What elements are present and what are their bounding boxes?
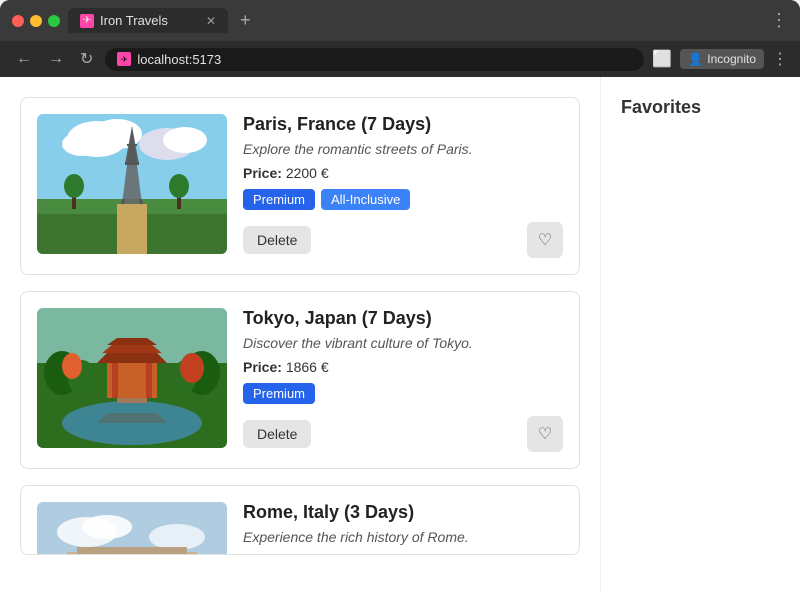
- tokyo-image: [37, 308, 227, 448]
- rome-title: Rome, Italy (3 Days): [243, 502, 563, 523]
- browser-tab[interactable]: ✈ Iron Travels ✕: [68, 8, 228, 33]
- incognito-label: Incognito: [707, 52, 756, 66]
- tab-favicon-icon: ✈: [80, 14, 94, 28]
- rome-scene-svg: [37, 502, 227, 555]
- tokyo-scene-svg: [37, 308, 227, 448]
- tokyo-badges: Premium: [243, 383, 563, 404]
- tokyo-favorite-button[interactable]: ♡: [527, 416, 563, 452]
- paris-price-value: 2200 €: [286, 165, 329, 181]
- maximize-button[interactable]: [48, 15, 60, 27]
- paris-badge-premium: Premium: [243, 189, 315, 210]
- paris-title: Paris, France (7 Days): [243, 114, 563, 135]
- paris-card-info: Paris, France (7 Days) Explore the roman…: [243, 114, 563, 258]
- close-button[interactable]: [12, 15, 24, 27]
- more-options-button[interactable]: ⋮: [770, 10, 788, 31]
- main-content-area: Paris, France (7 Days) Explore the roman…: [0, 77, 600, 591]
- incognito-icon: 👤: [688, 52, 703, 66]
- card-paris: Paris, France (7 Days) Explore the roman…: [20, 97, 580, 275]
- tokyo-title: Tokyo, Japan (7 Days): [243, 308, 563, 329]
- paris-price-label: Price:: [243, 165, 282, 181]
- paris-card-actions: Delete ♡: [243, 222, 563, 258]
- title-bar: ✈ Iron Travels ✕ + ⋮: [0, 0, 800, 41]
- nav-bar: ← → ↻ ✈ localhost:5173 ⬜ 👤 Incognito ⋮: [0, 41, 800, 77]
- traffic-lights: [12, 15, 60, 27]
- nav-right-controls: ⬜ 👤 Incognito ⋮: [652, 49, 788, 69]
- paris-delete-button[interactable]: Delete: [243, 226, 311, 254]
- paris-favorite-button[interactable]: ♡: [527, 222, 563, 258]
- tokyo-price: Price: 1866 €: [243, 359, 563, 375]
- paris-price: Price: 2200 €: [243, 165, 563, 181]
- address-bar[interactable]: ✈ localhost:5173: [105, 48, 644, 71]
- back-button[interactable]: ←: [12, 48, 36, 70]
- reload-button[interactable]: ↻: [76, 47, 97, 71]
- tokyo-price-value: 1866 €: [286, 359, 329, 375]
- page-content: Paris, France (7 Days) Explore the roman…: [0, 77, 800, 591]
- address-favicon-icon: ✈: [117, 52, 131, 66]
- paris-description: Explore the romantic streets of Paris.: [243, 141, 563, 157]
- favorites-sidebar: Favorites: [600, 77, 800, 591]
- paris-image: [37, 114, 227, 254]
- rome-description: Experience the rich history of Rome.: [243, 529, 563, 545]
- tokyo-description: Discover the vibrant culture of Tokyo.: [243, 335, 563, 351]
- rome-card-info: Rome, Italy (3 Days) Experience the rich…: [243, 502, 563, 538]
- tokyo-price-label: Price:: [243, 359, 282, 375]
- sidebar-title: Favorites: [621, 97, 780, 118]
- card-rome: Rome, Italy (3 Days) Experience the rich…: [20, 485, 580, 555]
- address-text: localhost:5173: [137, 52, 221, 67]
- card-tokyo: Tokyo, Japan (7 Days) Discover the vibra…: [20, 291, 580, 469]
- new-tab-button[interactable]: +: [240, 10, 251, 31]
- sidebar-toggle-icon[interactable]: ⬜: [652, 49, 672, 69]
- tab-label: Iron Travels: [100, 13, 168, 28]
- tokyo-card-info: Tokyo, Japan (7 Days) Discover the vibra…: [243, 308, 563, 452]
- minimize-button[interactable]: [30, 15, 42, 27]
- tokyo-delete-button[interactable]: Delete: [243, 420, 311, 448]
- paris-scene-svg: [37, 114, 227, 254]
- tokyo-badge-premium: Premium: [243, 383, 315, 404]
- rome-image: [37, 502, 227, 555]
- incognito-button[interactable]: 👤 Incognito: [680, 49, 764, 69]
- browser-menu-icon[interactable]: ⋮: [772, 49, 788, 69]
- paris-badge-all-inclusive: All-Inclusive: [321, 189, 410, 210]
- tab-close-icon[interactable]: ✕: [206, 14, 216, 28]
- paris-badges: Premium All-Inclusive: [243, 189, 563, 210]
- forward-button[interactable]: →: [44, 48, 68, 70]
- browser-window: ✈ Iron Travels ✕ + ⋮ ← → ↻ ✈ localhost:5…: [0, 0, 800, 591]
- tokyo-card-actions: Delete ♡: [243, 416, 563, 452]
